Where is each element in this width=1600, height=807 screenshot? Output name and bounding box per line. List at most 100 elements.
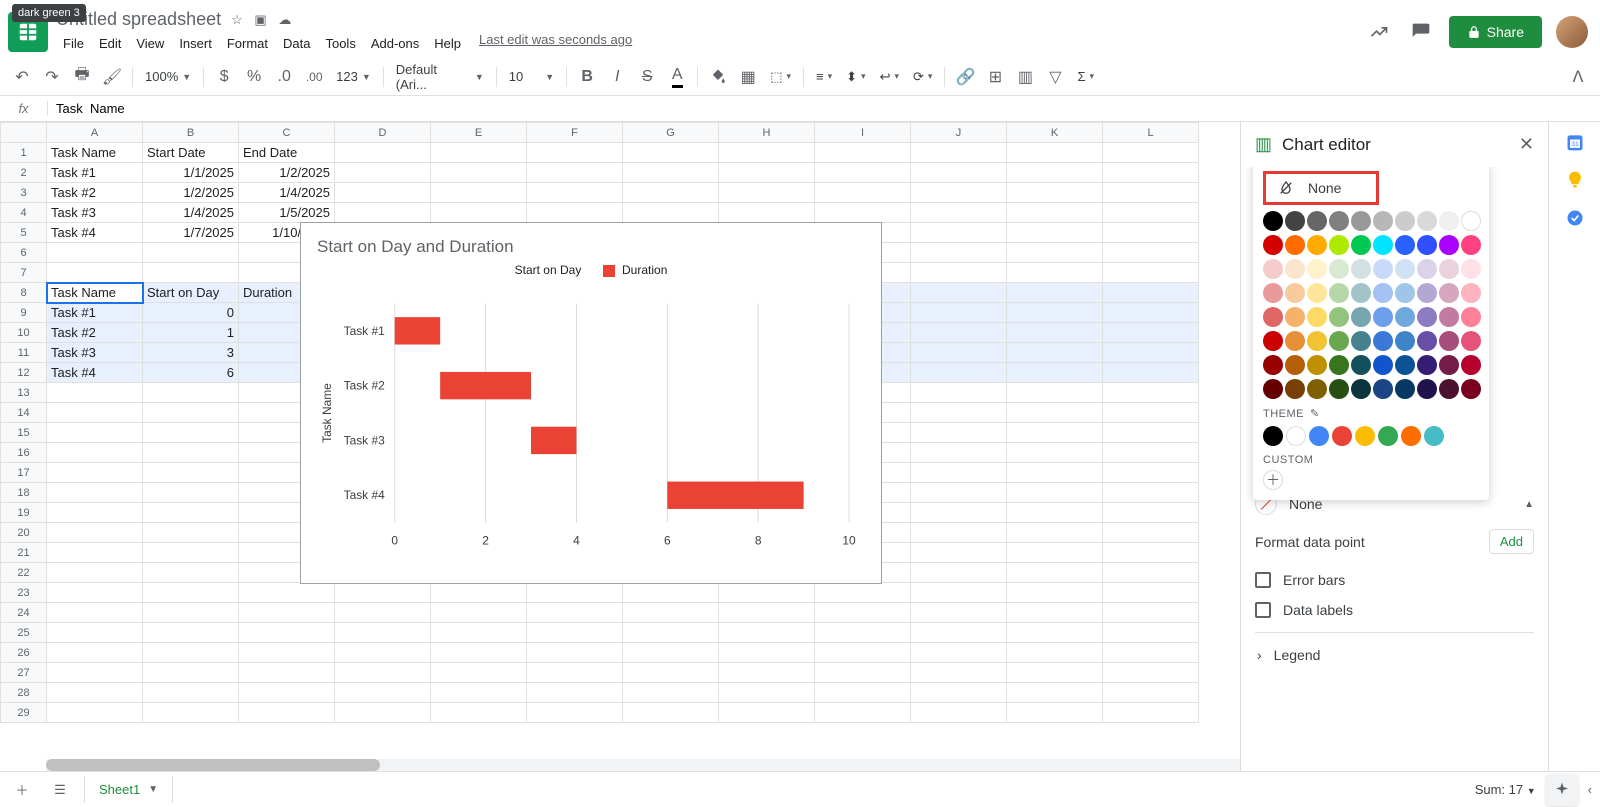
cell-K13[interactable] — [1007, 383, 1103, 403]
pencil-icon[interactable]: ✎ — [1310, 407, 1320, 420]
color-swatch[interactable] — [1285, 211, 1305, 231]
cell-H4[interactable] — [719, 203, 815, 223]
cell-J13[interactable] — [911, 383, 1007, 403]
color-swatch[interactable] — [1351, 379, 1371, 399]
horizontal-scrollbar[interactable] — [46, 759, 1240, 771]
cell-C1[interactable]: End Date — [239, 143, 335, 163]
color-swatch[interactable] — [1351, 211, 1371, 231]
theme-swatch[interactable] — [1378, 426, 1398, 446]
bold-button[interactable]: B — [573, 63, 601, 91]
cell-L27[interactable] — [1103, 663, 1199, 683]
cell-K12[interactable] — [1007, 363, 1103, 383]
color-swatch[interactable] — [1329, 235, 1349, 255]
color-swatch[interactable] — [1417, 379, 1437, 399]
cell-J3[interactable] — [911, 183, 1007, 203]
color-swatch[interactable] — [1417, 259, 1437, 279]
color-swatch[interactable] — [1395, 307, 1415, 327]
color-swatch[interactable] — [1461, 355, 1481, 375]
color-swatch[interactable] — [1373, 355, 1393, 375]
keep-icon[interactable] — [1565, 170, 1585, 190]
cell-A12[interactable]: Task #4 — [47, 363, 143, 383]
cell-G27[interactable] — [623, 663, 719, 683]
paint-format-button[interactable]: 🖌 — [98, 63, 126, 91]
cell-E23[interactable] — [431, 583, 527, 603]
color-swatch[interactable] — [1461, 307, 1481, 327]
cell-J4[interactable] — [911, 203, 1007, 223]
data-labels-row[interactable]: Data labels — [1255, 602, 1534, 618]
cell-C27[interactable] — [239, 663, 335, 683]
cell-B28[interactable] — [143, 683, 239, 703]
cell-B9[interactable]: 0 — [143, 303, 239, 323]
cell-G3[interactable] — [623, 183, 719, 203]
cell-D29[interactable] — [335, 703, 431, 723]
color-swatch[interactable] — [1285, 331, 1305, 351]
cell-A5[interactable]: Task #4 — [47, 223, 143, 243]
cell-C3[interactable]: 1/4/2025 — [239, 183, 335, 203]
cell-B21[interactable] — [143, 543, 239, 563]
cell-J12[interactable] — [911, 363, 1007, 383]
cell-A3[interactable]: Task #2 — [47, 183, 143, 203]
font-size-combo[interactable]: 10▼ — [503, 69, 560, 84]
italic-button[interactable]: I — [603, 63, 631, 91]
cell-I29[interactable] — [815, 703, 911, 723]
wrap-button[interactable]: ↩▾ — [874, 69, 905, 85]
color-swatch[interactable] — [1417, 283, 1437, 303]
cell-B24[interactable] — [143, 603, 239, 623]
cell-K17[interactable] — [1007, 463, 1103, 483]
cell-K29[interactable] — [1007, 703, 1103, 723]
color-swatch[interactable] — [1263, 331, 1283, 351]
cell-K19[interactable] — [1007, 503, 1103, 523]
cell-A22[interactable] — [47, 563, 143, 583]
menu-insert[interactable]: Insert — [172, 32, 219, 55]
cell-K20[interactable] — [1007, 523, 1103, 543]
cell-H27[interactable] — [719, 663, 815, 683]
cell-L4[interactable] — [1103, 203, 1199, 223]
color-swatch[interactable] — [1395, 331, 1415, 351]
cell-A21[interactable] — [47, 543, 143, 563]
cell-J14[interactable] — [911, 403, 1007, 423]
cell-B26[interactable] — [143, 643, 239, 663]
embedded-chart[interactable]: Start on Day and Duration Start on Day D… — [300, 222, 882, 584]
collapse-toolbar-button[interactable]: ᐱ — [1564, 63, 1592, 91]
cell-K15[interactable] — [1007, 423, 1103, 443]
color-swatch[interactable] — [1461, 259, 1481, 279]
trend-icon[interactable] — [1365, 18, 1393, 46]
cell-D2[interactable] — [335, 163, 431, 183]
menu-file[interactable]: File — [56, 32, 91, 55]
color-swatch[interactable] — [1461, 235, 1481, 255]
color-swatch[interactable] — [1285, 259, 1305, 279]
cell-E24[interactable] — [431, 603, 527, 623]
cell-D28[interactable] — [335, 683, 431, 703]
cell-B29[interactable] — [143, 703, 239, 723]
sheet-tab[interactable]: Sheet1▼ — [84, 776, 173, 803]
cell-I25[interactable] — [815, 623, 911, 643]
borders-button[interactable]: ▦ — [734, 63, 762, 91]
cell-I3[interactable] — [815, 183, 911, 203]
color-swatch[interactable] — [1439, 307, 1459, 327]
cell-D4[interactable] — [335, 203, 431, 223]
cell-J16[interactable] — [911, 443, 1007, 463]
cell-K16[interactable] — [1007, 443, 1103, 463]
theme-swatch[interactable] — [1263, 426, 1283, 446]
cell-H1[interactable] — [719, 143, 815, 163]
cell-J11[interactable] — [911, 343, 1007, 363]
cell-C2[interactable]: 1/2/2025 — [239, 163, 335, 183]
cell-G4[interactable] — [623, 203, 719, 223]
functions-button[interactable]: Σ▾ — [1071, 69, 1100, 84]
color-swatch[interactable] — [1373, 235, 1393, 255]
cell-G25[interactable] — [623, 623, 719, 643]
cell-A6[interactable] — [47, 243, 143, 263]
color-swatch[interactable] — [1373, 211, 1393, 231]
cell-A24[interactable] — [47, 603, 143, 623]
color-swatch[interactable] — [1417, 331, 1437, 351]
cell-B1[interactable]: Start Date — [143, 143, 239, 163]
caret-down-icon[interactable]: ▼ — [148, 784, 158, 795]
cell-K24[interactable] — [1007, 603, 1103, 623]
color-swatch[interactable] — [1417, 355, 1437, 375]
color-swatch[interactable] — [1329, 355, 1349, 375]
color-swatch[interactable] — [1395, 235, 1415, 255]
increase-decimal-button[interactable]: .00 — [300, 63, 328, 91]
cell-A16[interactable] — [47, 443, 143, 463]
cell-J5[interactable] — [911, 223, 1007, 243]
color-none-button[interactable]: None — [1263, 171, 1379, 205]
